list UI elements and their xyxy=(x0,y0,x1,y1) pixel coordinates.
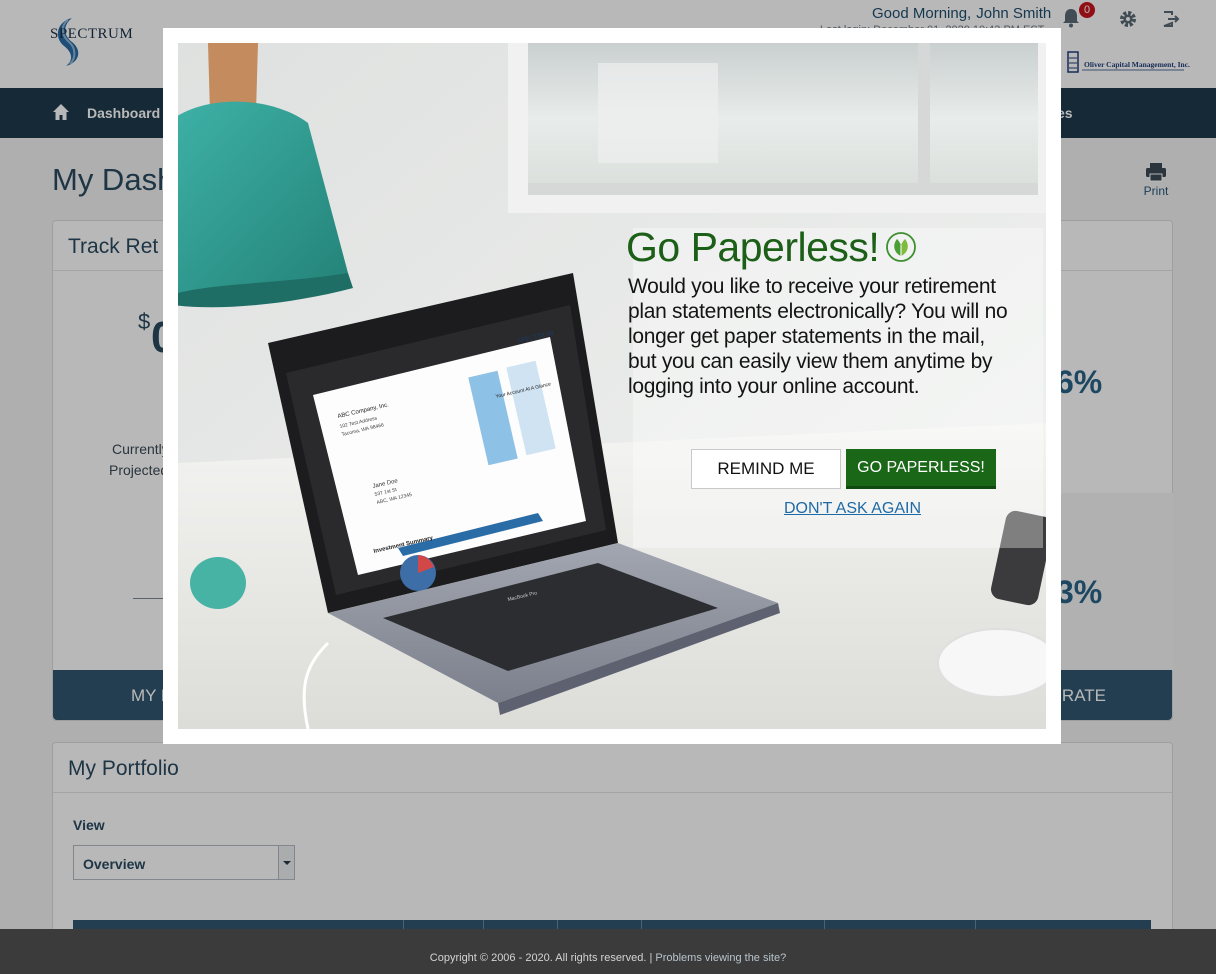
copyright-text: Copyright © 2006 - 2020. All rights rese… xyxy=(429,952,653,964)
dont-ask-again-link[interactable]: DON'T ASK AGAIN xyxy=(784,500,921,518)
modal-body: Would you like to receive your retiremen… xyxy=(628,275,1008,398)
leaf-icon xyxy=(886,232,916,262)
page-footer: Copyright © 2006 - 2020. All rights rese… xyxy=(0,929,1216,974)
problems-link[interactable]: Problems viewing the site? xyxy=(655,952,786,964)
remind-me-button[interactable]: REMIND ME xyxy=(691,449,841,489)
go-paperless-button[interactable]: GO PAPERLESS! xyxy=(846,449,996,489)
modal-title: Go Paperless! xyxy=(626,224,880,270)
go-paperless-modal: SPECTRUM ABC Company, Inc. 102 Test Addr… xyxy=(163,28,1061,744)
